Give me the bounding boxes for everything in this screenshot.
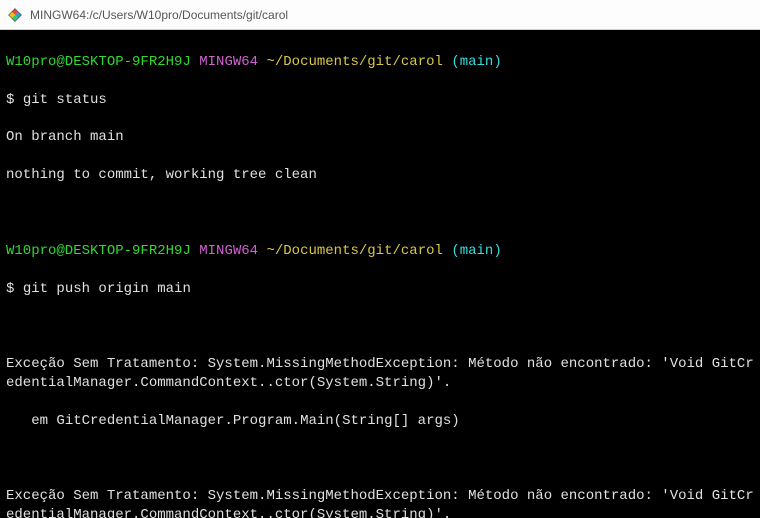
command-line: $ git status <box>6 91 754 110</box>
blank-line <box>6 450 754 469</box>
prompt-path: ~/Documents/git/carol <box>266 54 442 70</box>
output-line: nothing to commit, working tree clean <box>6 166 754 185</box>
command-line: $ git push origin main <box>6 280 754 299</box>
prompt-symbol: $ <box>6 281 14 297</box>
output-line: Exceção Sem Tratamento: System.MissingMe… <box>6 487 754 518</box>
prompt-symbol: $ <box>6 92 14 108</box>
terminal-body[interactable]: W10pro@DESKTOP-9FR2H9J MINGW64 ~/Documen… <box>0 30 760 518</box>
terminal-window: MINGW64:/c/Users/W10pro/Documents/git/ca… <box>0 0 760 518</box>
prompt-user-host: W10pro@DESKTOP-9FR2H9J <box>6 54 191 70</box>
command-text: git status <box>23 92 107 108</box>
output-line: em GitCredentialManager.Program.Main(Str… <box>6 412 754 431</box>
prompt-branch: (main) <box>451 243 501 259</box>
prompt-env: MINGW64 <box>199 54 258 70</box>
window-title: MINGW64:/c/Users/W10pro/Documents/git/ca… <box>30 8 288 22</box>
output-line: On branch main <box>6 128 754 147</box>
prompt-user-host: W10pro@DESKTOP-9FR2H9J <box>6 243 191 259</box>
app-icon <box>8 8 22 22</box>
output-line: Exceção Sem Tratamento: System.MissingMe… <box>6 355 754 393</box>
prompt-env: MINGW64 <box>199 243 258 259</box>
prompt-path: ~/Documents/git/carol <box>266 243 442 259</box>
blank-line <box>6 204 754 223</box>
command-text: git push origin main <box>23 281 191 297</box>
prompt-line: W10pro@DESKTOP-9FR2H9J MINGW64 ~/Documen… <box>6 53 754 72</box>
title-bar[interactable]: MINGW64:/c/Users/W10pro/Documents/git/ca… <box>0 0 760 30</box>
prompt-branch: (main) <box>451 54 501 70</box>
blank-line <box>6 317 754 336</box>
prompt-line: W10pro@DESKTOP-9FR2H9J MINGW64 ~/Documen… <box>6 242 754 261</box>
